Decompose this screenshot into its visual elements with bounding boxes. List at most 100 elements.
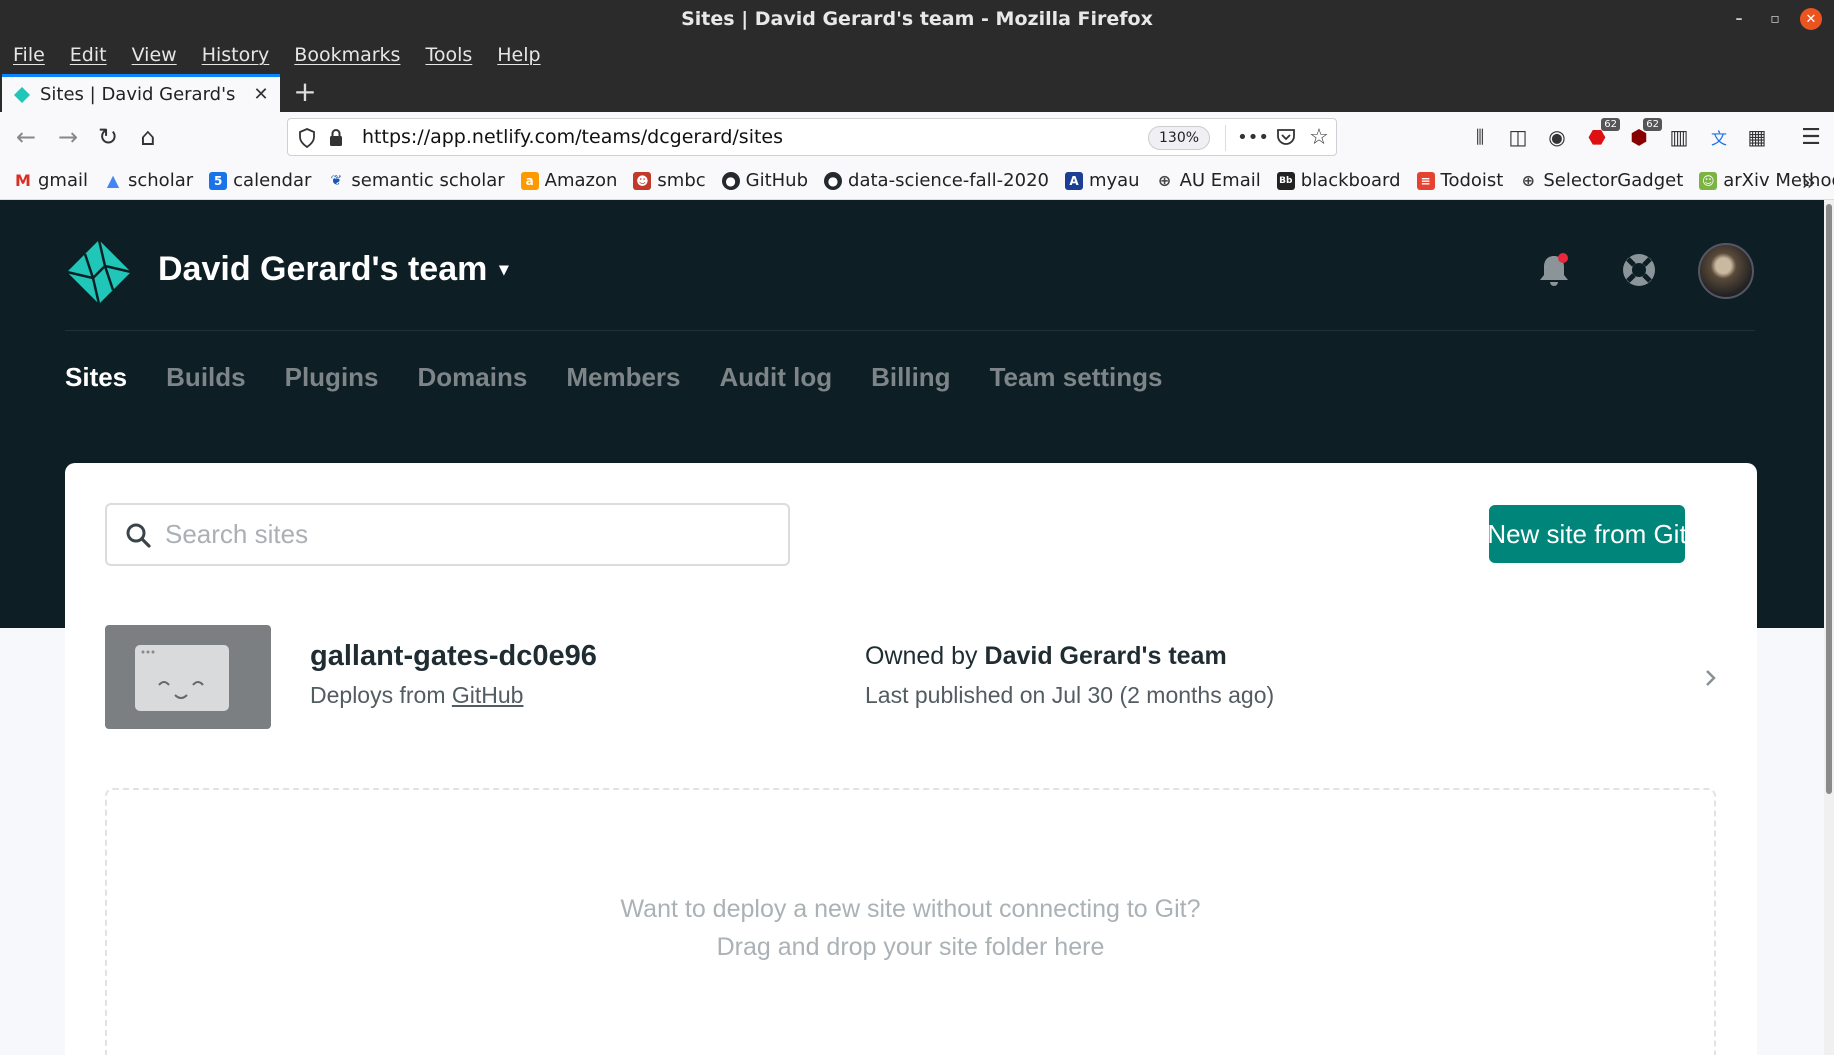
tab-plugins[interactable]: Plugins: [285, 362, 379, 393]
tab-close-icon[interactable]: ✕: [248, 84, 274, 105]
tab-audit-log[interactable]: Audit log: [719, 362, 832, 393]
bookmark-semantic-scholar[interactable]: ❦ semantic scholar: [327, 170, 505, 191]
bookmark-myau[interactable]: Amyau: [1064, 170, 1140, 191]
bookmark-au-email[interactable]: ⊕ AU Email: [1156, 170, 1261, 191]
todoist-icon: ≡: [1416, 171, 1435, 190]
bookmarks-overflow-icon[interactable]: »: [1801, 168, 1816, 196]
notification-bell-icon[interactable]: [1534, 250, 1574, 290]
forward-icon[interactable]: →: [50, 119, 86, 155]
globe-icon: ⊕: [1157, 171, 1172, 190]
avatar[interactable]: [1698, 243, 1754, 299]
home-icon[interactable]: ⌂: [130, 119, 166, 155]
bookmark-star-icon[interactable]: ☆: [1304, 122, 1334, 152]
bookmark-selectorgadget[interactable]: ⊕ SelectorGadget: [1519, 170, 1684, 191]
page-scrollbar[interactable]: [1824, 200, 1834, 1055]
semantic-scholar-icon: ❦: [330, 172, 343, 189]
tab-team-settings[interactable]: Team settings: [990, 362, 1163, 393]
extensions-grid-icon[interactable]: ▦: [1742, 122, 1772, 152]
window-controls: – ▫ ✕: [1728, 8, 1822, 30]
badge-count-2: 62: [1643, 118, 1662, 131]
bookmark-amazon[interactable]: a Amazon: [520, 170, 617, 191]
menu-view[interactable]: View: [132, 44, 177, 66]
menu-file[interactable]: File: [13, 44, 45, 66]
chevron-down-icon: ▾: [499, 259, 509, 279]
translate-icon[interactable]: 文: [1704, 122, 1734, 152]
new-tab-icon[interactable]: +: [290, 75, 320, 108]
smiley-face-icon: [141, 650, 204, 699]
help-lifebuoy-icon[interactable]: [1619, 250, 1659, 290]
window-title: Sites | David Gerard's team - Mozilla Fi…: [681, 8, 1153, 30]
chevron-right-icon[interactable]: [1700, 663, 1722, 693]
globe-icon: ⊕: [1521, 171, 1536, 190]
search-placeholder: Search sites: [165, 519, 309, 549]
minimize-icon[interactable]: –: [1728, 8, 1750, 30]
ublock-origin-icon[interactable]: ⬢ 62: [1624, 118, 1662, 152]
site-last-published: Last published on Jul 30 (2 months ago): [865, 682, 1275, 708]
bookmark-gmail[interactable]: Mgmail: [14, 170, 88, 191]
netlify-favicon-icon: [14, 86, 30, 103]
bookmark-data-science-fall-2020[interactable]: ● data-science-fall-2020: [824, 170, 1049, 191]
dropzone-line-2: Drag and drop your site folder here: [716, 933, 1105, 961]
nav-toolbar: ← → ↻ ⌂ https://app.netlify.com/teams/dc…: [0, 112, 1834, 162]
lock-icon[interactable]: [328, 128, 344, 148]
scrollbar-thumb[interactable]: [1826, 204, 1832, 794]
amazon-icon: a: [520, 171, 539, 190]
site-name[interactable]: gallant-gates-dc0e96: [310, 640, 597, 673]
calendar-icon: 5: [209, 171, 228, 190]
new-site-from-git-button[interactable]: New site from Git: [1487, 505, 1687, 563]
url-bar[interactable]: https://app.netlify.com/teams/dcgerard/s…: [287, 118, 1337, 156]
account-icon[interactable]: ◉: [1542, 122, 1572, 152]
maximize-icon[interactable]: ▫: [1764, 8, 1786, 30]
search-input[interactable]: Search sites: [105, 503, 790, 566]
menu-help[interactable]: Help: [497, 44, 540, 66]
privacy-badger-icon[interactable]: ⬣ 62: [1582, 118, 1620, 152]
badge-count-1: 62: [1601, 118, 1620, 131]
url-text[interactable]: https://app.netlify.com/teams/dcgerard/s…: [362, 126, 783, 148]
arxiv-icon: ☺: [1699, 171, 1718, 190]
dropzone-line-1: Want to deploy a new site without connec…: [620, 895, 1201, 923]
tab-billing[interactable]: Billing: [871, 362, 950, 393]
browser-tab[interactable]: Sites | David Gerard's team ✕: [2, 74, 280, 112]
menu-bar: File Edit View History Bookmarks Tools H…: [0, 38, 1834, 72]
drag-drop-zone[interactable]: Want to deploy a new site without connec…: [105, 788, 1716, 1055]
github-icon: ●: [824, 171, 843, 190]
bookmark-scholar[interactable]: ▲ scholar: [104, 170, 193, 191]
shield-icon[interactable]: [298, 128, 316, 148]
bookmark-blackboard[interactable]: Bb blackboard: [1276, 170, 1401, 191]
page-actions-icon[interactable]: •••: [1237, 122, 1269, 152]
tab-builds[interactable]: Builds: [166, 362, 245, 393]
netlify-logo-icon[interactable]: [65, 238, 133, 306]
bookmark-github[interactable]: ● GitHub: [721, 170, 808, 191]
bookmark-calendar[interactable]: 5 calendar: [209, 170, 311, 191]
bars-extension-icon[interactable]: ▥: [1664, 122, 1694, 152]
bookmark-todoist[interactable]: ≡ Todoist: [1416, 170, 1503, 191]
team-name: David Gerard's team: [158, 250, 488, 288]
menu-history[interactable]: History: [202, 44, 270, 66]
menu-edit[interactable]: Edit: [70, 44, 107, 66]
hamburger-menu-icon[interactable]: ☰: [1796, 122, 1826, 152]
library-icon[interactable]: ⫼: [1465, 122, 1495, 152]
page-content: David Gerard's team ▾ Sites Builds Plugi…: [0, 200, 1834, 1055]
bookmarks-bar: Mgmail ▲ scholar 5 calendar ❦ semantic scho…: [0, 162, 1834, 200]
zoom-level[interactable]: 130%: [1148, 126, 1211, 150]
pocket-icon[interactable]: [1276, 127, 1296, 147]
site-deploy-source: Deploys from GitHub: [310, 682, 524, 708]
sidebar-icon[interactable]: ◫: [1503, 122, 1533, 152]
tab-members[interactable]: Members: [566, 362, 680, 393]
smbc-icon: ☻: [633, 171, 652, 190]
github-link[interactable]: GitHub: [452, 682, 524, 708]
reload-icon[interactable]: ↻: [90, 119, 126, 155]
site-thumbnail[interactable]: [105, 625, 271, 729]
close-window-icon[interactable]: ✕: [1800, 8, 1822, 30]
window-titlebar: Sites | David Gerard's team - Mozilla Fi…: [0, 0, 1834, 38]
urlbar-separator: [1225, 125, 1226, 151]
browser-window-illustration: [135, 645, 229, 711]
menu-bookmarks[interactable]: Bookmarks: [294, 44, 400, 66]
bookmark-smbc[interactable]: ☻ smbc: [633, 170, 706, 191]
team-nav-tabs: Sites Builds Plugins Domains Members Aud…: [65, 362, 1162, 393]
menu-tools[interactable]: Tools: [425, 44, 472, 66]
back-icon[interactable]: ←: [8, 119, 44, 155]
tab-domains[interactable]: Domains: [418, 362, 528, 393]
team-switcher[interactable]: David Gerard's team ▾: [158, 250, 508, 289]
tab-sites[interactable]: Sites: [65, 362, 127, 393]
